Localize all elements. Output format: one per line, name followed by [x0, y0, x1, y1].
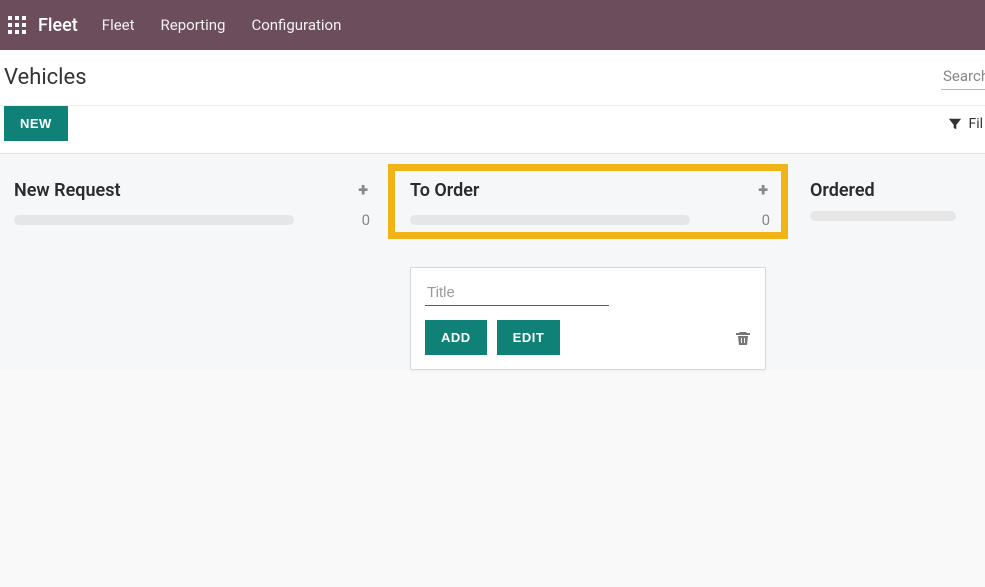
filters-label: Fil [968, 116, 983, 132]
column-new-request: New Request + 0 [0, 170, 396, 370]
app-brand[interactable]: Fleet [38, 15, 78, 36]
nav-fleet[interactable]: Fleet [102, 16, 135, 34]
column-title: Ordered [810, 180, 875, 201]
quick-create-card: ADD EDIT [410, 267, 766, 370]
page-title: Vehicles [4, 65, 87, 90]
column-progress [810, 211, 956, 221]
column-to-order: To Order + 0 ADD EDIT [396, 170, 796, 370]
kanban-board: New Request + 0 To Order + 0 ADD EDIT [0, 154, 985, 370]
search-input[interactable]: Search [941, 65, 985, 90]
title-input[interactable] [425, 282, 609, 306]
column-title: To Order [410, 180, 479, 201]
column-ordered: Ordered [796, 170, 984, 370]
column-title: New Request [14, 180, 121, 201]
column-count: 0 [362, 211, 370, 229]
add-record-icon[interactable]: + [756, 180, 770, 201]
trash-icon[interactable] [735, 330, 751, 346]
apps-icon[interactable] [8, 16, 26, 34]
header-row: Vehicles Search [0, 50, 985, 106]
column-count: 0 [762, 211, 770, 229]
toolbar: NEW Fil [0, 106, 985, 154]
add-button[interactable]: ADD [425, 320, 487, 355]
nav-configuration[interactable]: Configuration [251, 16, 341, 34]
column-progress [410, 215, 690, 225]
filters-button[interactable]: Fil [948, 116, 983, 132]
new-button[interactable]: NEW [4, 106, 68, 141]
add-record-icon[interactable]: + [356, 180, 370, 201]
navbar: Fleet Fleet Reporting Configuration [0, 0, 985, 50]
edit-button[interactable]: EDIT [497, 320, 561, 355]
nav-reporting[interactable]: Reporting [161, 16, 226, 34]
column-progress [14, 215, 294, 225]
